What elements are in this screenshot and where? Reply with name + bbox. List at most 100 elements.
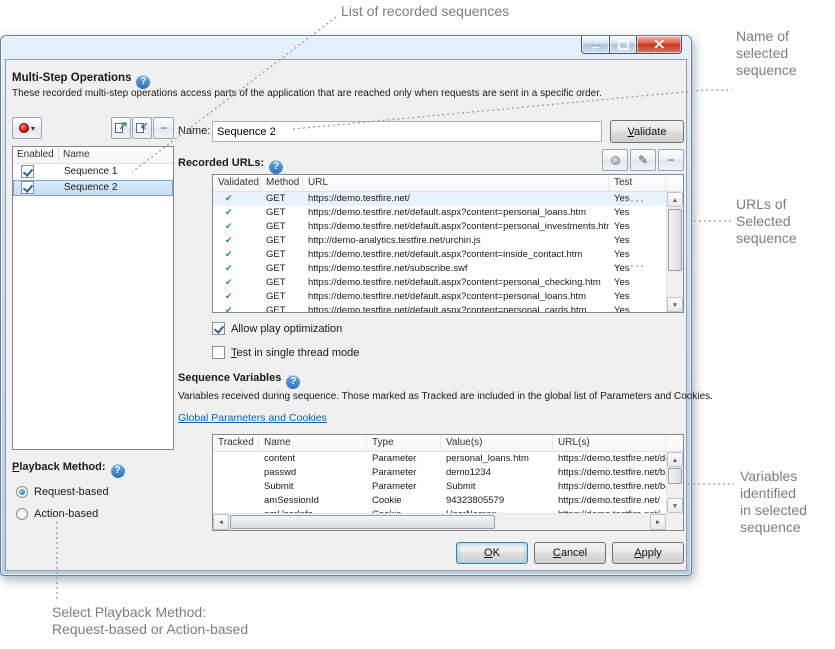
annotation-variables-identified: Variables identified in selected sequenc…: [740, 468, 807, 536]
column-header-type[interactable]: Type: [367, 435, 441, 452]
url-test: Yes: [609, 193, 666, 204]
minimize-icon: [591, 40, 601, 49]
import-sequence-button[interactable]: [132, 117, 152, 139]
variable-url: https://demo.testfire.net/de: [553, 453, 666, 464]
maximize-button[interactable]: [609, 36, 637, 54]
delete-sequence-button[interactable]: −: [153, 117, 174, 139]
scroll-down-icon[interactable]: ▼: [667, 498, 683, 513]
scrollbar-corner: [666, 513, 683, 530]
column-header-validated[interactable]: Validated: [213, 175, 261, 192]
column-header-values[interactable]: Value(s): [441, 435, 553, 452]
validate-button[interactable]: Validate: [610, 120, 684, 143]
variable-type: Parameter: [367, 453, 441, 464]
url-row[interactable]: ✔ GET https://demo.testfire.net/default.…: [213, 290, 666, 304]
playback-help-icon[interactable]: ?: [111, 464, 125, 478]
minus-icon: −: [160, 122, 167, 134]
sequence-row[interactable]: Sequence 2: [13, 180, 173, 196]
record-sequence-button[interactable]: ▾: [12, 117, 42, 139]
scroll-thumb[interactable]: [668, 209, 682, 271]
playback-option[interactable]: Action-based: [16, 503, 109, 525]
url-test: Yes: [609, 221, 666, 232]
radio-icon[interactable]: [16, 508, 28, 520]
variables-table-vscrollbar[interactable]: ▲ ▼: [666, 452, 683, 513]
sequence-name: Sequence 2: [64, 182, 117, 193]
minimize-button[interactable]: [581, 36, 610, 54]
allow-play-checkbox[interactable]: [212, 322, 225, 335]
scroll-thumb[interactable]: [668, 468, 682, 484]
single-thread-checkbox[interactable]: [212, 346, 225, 359]
single-thread-label: Test in single thread mode: [231, 347, 359, 359]
url-test: Yes: [609, 235, 666, 246]
playback-option[interactable]: Request-based: [16, 481, 109, 503]
dialog-client-area: Multi-Step Operations? These recorded mu…: [5, 59, 687, 571]
multi-step-help-icon[interactable]: ?: [136, 75, 150, 89]
record-icon: [19, 123, 29, 133]
variable-row[interactable]: passwd Parameter demo1234 https://demo.t…: [213, 466, 666, 480]
ok-button[interactable]: OK: [456, 542, 528, 564]
minus-icon: −: [667, 154, 674, 166]
column-header-test[interactable]: Test: [609, 175, 666, 192]
sequence-name-input[interactable]: [212, 121, 602, 142]
sequence-enabled-checkbox[interactable]: [21, 181, 34, 194]
scroll-left-icon[interactable]: ◄: [213, 514, 229, 530]
variable-value: demo1234: [441, 467, 553, 478]
window-titlebar[interactable]: [1, 36, 691, 59]
sequence-variables-table: Tracked Name Type Value(s) URL(s) conten…: [212, 434, 684, 531]
url-value: http://demo-analytics.testfire.net/urchi…: [303, 235, 609, 246]
edit-url-button[interactable]: ✎: [630, 149, 656, 171]
url-row[interactable]: ✔ GET https://demo.testfire.net/subscrib…: [213, 262, 666, 276]
single-thread-option[interactable]: Test in single thread mode: [212, 346, 359, 359]
url-row[interactable]: ✔ GET https://demo.testfire.net/default.…: [213, 220, 666, 234]
url-test: Yes: [609, 249, 666, 260]
url-test: Yes: [609, 291, 666, 302]
recorded-urls-table: Validated Method URL Test ✔ GET https://…: [212, 174, 684, 313]
column-header-url[interactable]: URL: [303, 175, 609, 192]
export-sequence-button[interactable]: [111, 117, 131, 139]
url-table-scrollbar[interactable]: ▲ ▼: [666, 192, 683, 312]
url-row[interactable]: ✔ GET http://demo-analytics.testfire.net…: [213, 234, 666, 248]
variable-value: Submit: [441, 481, 553, 492]
url-method: GET: [261, 193, 303, 204]
global-parameters-cookies-link[interactable]: Global Parameters and Cookies: [178, 412, 327, 424]
close-button[interactable]: [636, 36, 682, 54]
cancel-button[interactable]: Cancel: [534, 542, 606, 564]
edit-pencil-icon: ✎: [638, 154, 648, 166]
maximize-icon: [618, 40, 629, 50]
radio-icon[interactable]: [16, 486, 28, 498]
scroll-down-icon[interactable]: ▼: [667, 297, 683, 312]
apply-button[interactable]: Apply: [612, 542, 684, 564]
url-test: Yes: [609, 277, 666, 288]
scroll-up-icon[interactable]: ▲: [667, 452, 683, 467]
record-url-button[interactable]: [602, 149, 628, 171]
column-header-tracked[interactable]: Tracked: [213, 435, 259, 452]
url-row[interactable]: ✔ GET https://demo.testfire.net/default.…: [213, 276, 666, 290]
url-row[interactable]: ✔ GET https://demo.testfire.net/default.…: [213, 248, 666, 262]
url-row[interactable]: ✔ GET https://demo.testfire.net/ Yes: [213, 192, 666, 206]
url-row[interactable]: ✔ GET https://demo.testfire.net/default.…: [213, 206, 666, 220]
close-icon: [654, 40, 665, 49]
column-header-name[interactable]: Name: [259, 435, 367, 452]
recorded-urls-toolbar: ✎ −: [6, 149, 686, 171]
recorded-urls-table-header: Validated Method URL Test: [213, 175, 683, 192]
column-header-urls[interactable]: URL(s): [553, 435, 666, 452]
variable-row[interactable]: content Parameter personal_loans.htm htt…: [213, 452, 666, 466]
dialog-description: These recorded multi-step operations acc…: [12, 88, 602, 99]
validated-check-icon: ✔: [213, 235, 261, 246]
remove-url-button[interactable]: −: [658, 149, 684, 171]
variables-table-hscrollbar[interactable]: ◄ ►: [213, 513, 666, 530]
variable-name: Submit: [259, 481, 367, 492]
url-row[interactable]: ✔ GET https://demo.testfire.net/default.…: [213, 304, 666, 312]
annotation-name-of-selected-sequence: Name of selected sequence: [736, 28, 797, 79]
sequence-variables-help-icon[interactable]: ?: [286, 375, 300, 389]
allow-play-optimization-option[interactable]: Allow play optimization: [212, 322, 342, 335]
scroll-right-icon[interactable]: ►: [650, 514, 666, 530]
url-value: https://demo.testfire.net/subscribe.swf: [303, 263, 609, 274]
variable-row[interactable]: Submit Parameter Submit https://demo.tes…: [213, 480, 666, 494]
variable-row[interactable]: amSessionId Cookie 94323805579 https://d…: [213, 494, 666, 508]
scroll-thumb[interactable]: [230, 515, 495, 529]
dialog-heading: Multi-Step Operations: [12, 72, 131, 84]
scroll-up-icon[interactable]: ▲: [667, 192, 683, 207]
column-header-method[interactable]: Method: [261, 175, 303, 192]
annotation-urls-of-selected-sequence: URLs of Selected sequence: [736, 196, 797, 247]
url-value: https://demo.testfire.net/default.aspx?c…: [303, 207, 609, 218]
